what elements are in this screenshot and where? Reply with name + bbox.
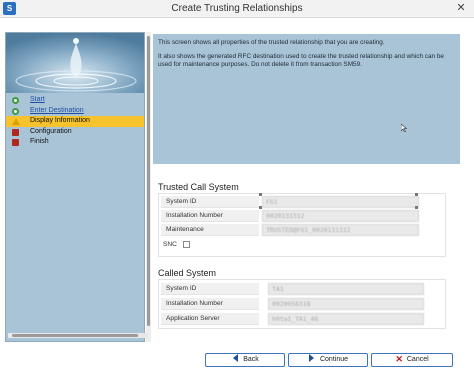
continue-button-label: Continue <box>319 356 349 363</box>
selection-handle <box>259 206 262 209</box>
steps-list: Start Enter Destination Display Informat… <box>6 95 144 148</box>
field-row-installation-number: Installation Number 0020131312 <box>161 210 443 222</box>
trusted-call-system-group: System ID FG1 Installation Number 002013… <box>158 193 446 257</box>
field-label: Application Server <box>161 313 259 325</box>
window-title: Create Trusting Relationships <box>171 3 303 14</box>
cancel-x-icon: ✕ <box>395 354 403 364</box>
step-finish: Finish <box>6 137 144 148</box>
scrollbar-thumb[interactable] <box>12 334 138 337</box>
wizard-steps-panel: Start Enter Destination Display Informat… <box>5 32 145 342</box>
system-id-field[interactable]: FG1 <box>262 196 419 208</box>
title-bar: S Create Trusting Relationships ✕ <box>0 0 474 18</box>
mouse-cursor-icon <box>400 123 408 133</box>
cancel-button-label: Cancel <box>406 356 429 363</box>
field-label: Installation Number <box>161 298 259 310</box>
selection-handle <box>415 193 418 196</box>
green-circle-icon <box>12 97 19 104</box>
back-arrow-icon <box>231 354 239 362</box>
step-label: Finish <box>30 138 49 145</box>
field-label: System ID <box>161 283 259 295</box>
system-id-field[interactable]: TA1 <box>268 283 424 295</box>
left-panel-horizontal-scrollbar[interactable] <box>8 333 148 338</box>
installation-number-field[interactable]: 0020058318 <box>268 298 424 310</box>
information-text-box: This screen shows all properties of the … <box>153 34 460 164</box>
cancel-button[interactable]: ✕ Cancel <box>371 353 453 367</box>
green-circle-icon <box>12 107 19 115</box>
continue-button[interactable]: Continue <box>288 353 368 367</box>
water-drop-image <box>6 33 144 93</box>
step-label: Enter Destination <box>30 106 84 114</box>
warning-triangle-icon <box>12 118 20 125</box>
info-paragraph: This screen shows all properties of the … <box>158 39 385 46</box>
field-row-application-server: Application Server h0ta1_TA1_46 <box>161 313 443 325</box>
red-square-icon <box>12 139 19 146</box>
installation-number-field[interactable]: 0020131312 <box>262 210 419 222</box>
field-row-installation-number: Installation Number 0020058318 <box>161 298 443 310</box>
field-label: Installation Number <box>161 210 259 222</box>
step-label: Display Information <box>30 117 90 124</box>
step-label: Configuration <box>30 127 72 135</box>
application-server-field[interactable]: h0ta1_TA1_46 <box>268 313 424 325</box>
step-display-information: Display Information <box>6 116 144 127</box>
field-row-system-id: System ID TA1 <box>161 283 443 295</box>
called-system-title: Called System <box>158 268 217 278</box>
scrollbar-thumb[interactable] <box>147 36 150 326</box>
field-row-system-id: System ID FG1 <box>161 196 443 208</box>
selection-handle <box>415 206 418 209</box>
step-label: Start <box>30 96 45 103</box>
step-configuration: Configuration <box>6 127 144 138</box>
trusted-call-system-title: Trusted Call System <box>158 182 239 192</box>
back-button[interactable]: Back <box>205 353 285 367</box>
step-enter-destination[interactable]: Enter Destination <box>6 106 144 117</box>
maintenance-field[interactable]: TRUSTED@FG1_0020131312 <box>262 224 419 236</box>
continue-arrow-icon <box>308 354 316 362</box>
info-paragraph: It also shows the generated RFC destinat… <box>158 52 444 69</box>
close-icon[interactable]: ✕ <box>454 1 468 15</box>
called-system-group: System ID TA1 Installation Number 002005… <box>158 279 446 329</box>
field-label: System ID <box>161 196 259 208</box>
left-panel-vertical-scrollbar[interactable] <box>146 32 151 342</box>
back-button-label: Back <box>243 356 259 363</box>
field-row-maintenance: Maintenance TRUSTED@FG1_0020131312 <box>161 224 443 236</box>
snc-checkbox[interactable] <box>183 241 190 248</box>
snc-label: SNC <box>163 241 177 248</box>
step-start[interactable]: Start <box>6 95 144 106</box>
field-label: Maintenance <box>161 224 259 236</box>
red-square-icon <box>12 128 19 136</box>
selection-handle <box>259 193 262 196</box>
